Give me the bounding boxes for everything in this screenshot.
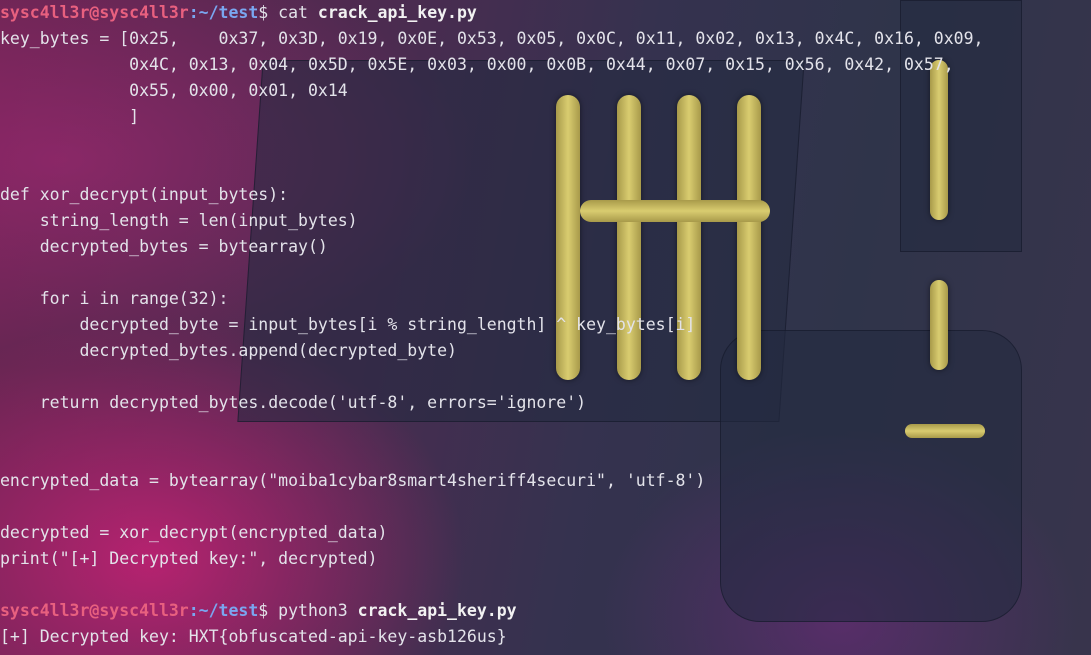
code-line: print("[+] Decrypted key:", decrypted) xyxy=(0,549,378,568)
prompt-path: :~/test xyxy=(188,3,259,22)
program-output: [+] Decrypted key: HXT{obfuscated-api-ke… xyxy=(0,627,507,646)
code-line: for i in range(32): xyxy=(0,289,229,308)
code-line: key_bytes = [0x25, 0x37, 0x3D, 0x19, 0x0… xyxy=(0,29,984,48)
terminal-output: sysc4ll3r@sysc4ll3r:~/test$ cat crack_ap… xyxy=(0,0,983,650)
prompt-user-host: sysc4ll3r@sysc4ll3r xyxy=(0,601,189,620)
code-line: decrypted_bytes = bytearray() xyxy=(0,237,328,256)
prompt-user-host: sysc4ll3r@sysc4ll3r xyxy=(0,3,189,22)
prompt-symbol: $ xyxy=(258,3,279,22)
prompt-path: :~/test xyxy=(188,601,259,620)
code-line: encrypted_data = bytearray("moiba1cybar8… xyxy=(0,471,706,490)
code-line: decrypted_byte = input_bytes[i % string_… xyxy=(0,315,696,334)
code-line: return decrypted_bytes.decode('utf-8', e… xyxy=(0,393,587,412)
code-line: 0x55, 0x00, 0x01, 0x14 xyxy=(0,81,348,100)
code-line: 0x4C, 0x13, 0x04, 0x5D, 0x5E, 0x03, 0x00… xyxy=(0,55,954,74)
command-name: python3 xyxy=(278,601,348,620)
code-line: def xor_decrypt(input_bytes): xyxy=(0,185,289,204)
prompt-line: sysc4ll3r@sysc4ll3r:~/test$ cat crack_ap… xyxy=(0,0,983,26)
code-line: string_length = len(input_bytes) xyxy=(0,211,358,230)
command-argument: crack_api_key.py xyxy=(317,3,477,22)
code-line: decrypted = xor_decrypt(encrypted_data) xyxy=(0,523,388,542)
prompt-symbol: $ xyxy=(258,601,279,620)
prompt-line: sysc4ll3r@sysc4ll3r:~/test$ python3 crac… xyxy=(0,598,983,624)
code-line: ] xyxy=(0,107,140,126)
command-name: cat xyxy=(278,3,308,22)
terminal-window[interactable]: sysc4ll3r@sysc4ll3r:~/test$ cat crack_ap… xyxy=(0,0,1091,655)
code-line: decrypted_bytes.append(decrypted_byte) xyxy=(0,341,457,360)
command-argument: crack_api_key.py xyxy=(357,601,517,620)
